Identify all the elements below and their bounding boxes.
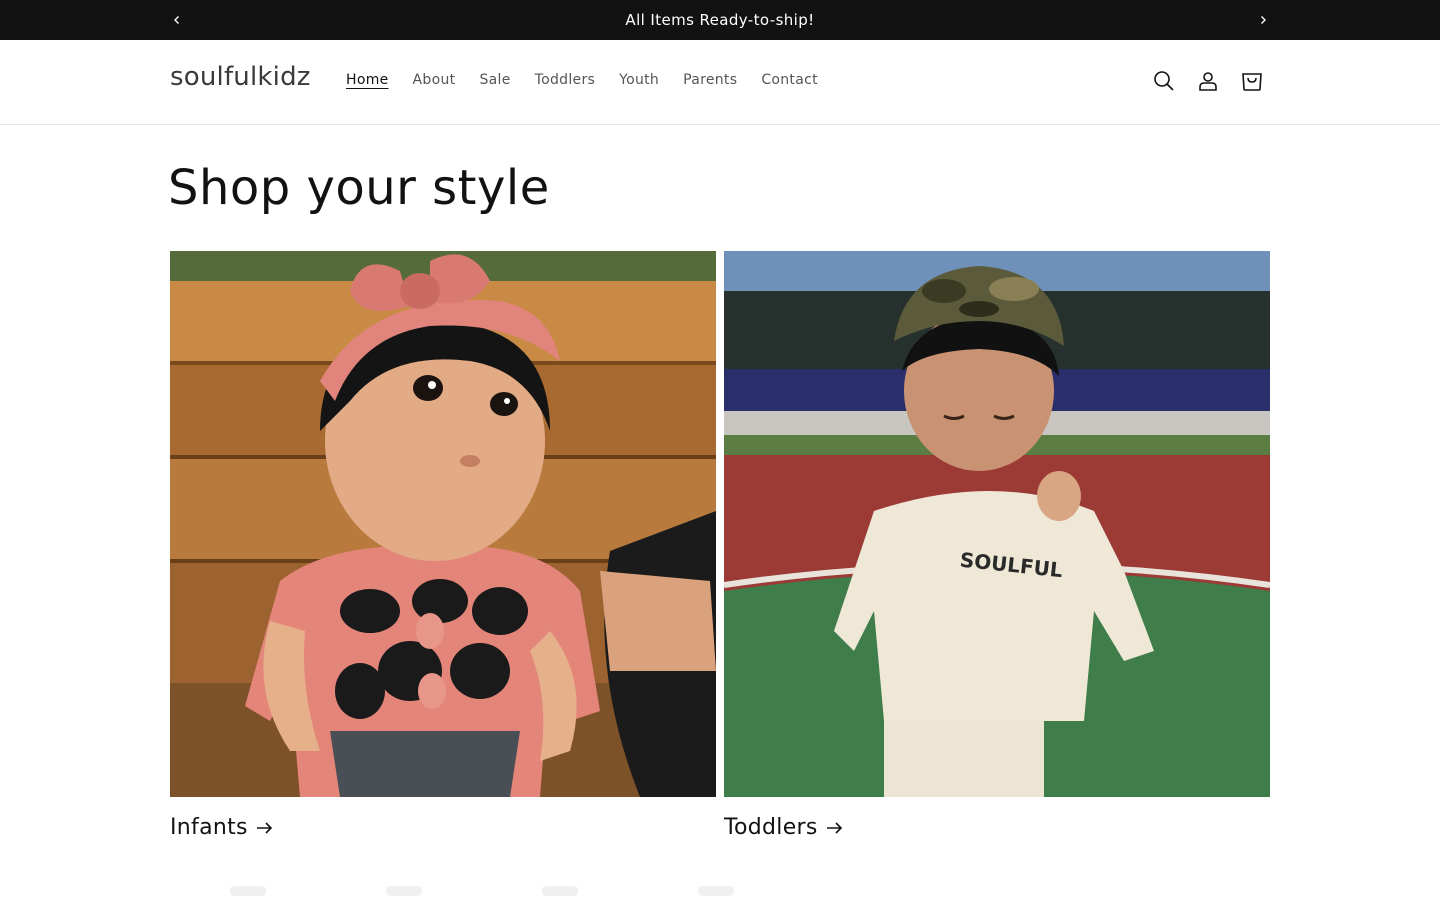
nav-item-home[interactable]: Home xyxy=(334,70,401,90)
page-title: Shop your style xyxy=(168,160,550,216)
announcement-bar: All Items Ready-to-ship! xyxy=(0,0,1440,40)
search-button[interactable] xyxy=(1152,69,1176,93)
baby-photo-image xyxy=(170,251,716,797)
collection-link-toddlers[interactable]: Toddlers xyxy=(724,815,844,840)
nav-item-toddlers[interactable]: Toddlers xyxy=(523,70,607,90)
next-section-preview xyxy=(170,880,1270,900)
preview-mark xyxy=(698,886,734,896)
next-announcement-button[interactable] xyxy=(1251,8,1275,32)
arrow-right-icon xyxy=(256,821,274,835)
account-icon xyxy=(1199,72,1217,91)
nav-item-contact[interactable]: Contact xyxy=(749,70,830,90)
nav-item-parents[interactable]: Parents xyxy=(671,70,749,90)
nav-item-about[interactable]: About xyxy=(401,70,468,90)
cart-icon xyxy=(1242,73,1262,91)
nav-item-sale[interactable]: Sale xyxy=(467,70,522,90)
collection-image-infants[interactable] xyxy=(170,251,716,797)
preview-mark xyxy=(386,886,422,896)
site-header: soulfulkidz Home About Sale Toddlers You… xyxy=(0,40,1440,125)
site-logo[interactable]: soulfulkidz xyxy=(170,62,311,92)
main-nav: Home About Sale Toddlers Youth Parents C… xyxy=(334,70,830,90)
announcement-text: All Items Ready-to-ship! xyxy=(625,11,815,29)
cart-button[interactable] xyxy=(1240,69,1264,93)
arrow-right-icon xyxy=(826,821,844,835)
collection-card-toddlers[interactable]: SOULFUL Toddlers xyxy=(724,251,1270,840)
account-button[interactable] xyxy=(1196,69,1220,93)
nav-item-youth[interactable]: Youth xyxy=(607,70,671,90)
collection-image-toddlers[interactable]: SOULFUL xyxy=(724,251,1270,797)
collection-title-infants: Infants xyxy=(170,815,248,840)
chevron-right-icon xyxy=(1261,16,1266,24)
collection-title-toddlers: Toddlers xyxy=(724,815,818,840)
search-icon xyxy=(1154,71,1174,91)
preview-mark xyxy=(230,886,266,896)
toddler-photo-image: SOULFUL xyxy=(724,251,1270,797)
collection-link-infants[interactable]: Infants xyxy=(170,815,274,840)
preview-mark xyxy=(542,886,578,896)
collection-card-infants[interactable]: Infants xyxy=(170,251,716,840)
